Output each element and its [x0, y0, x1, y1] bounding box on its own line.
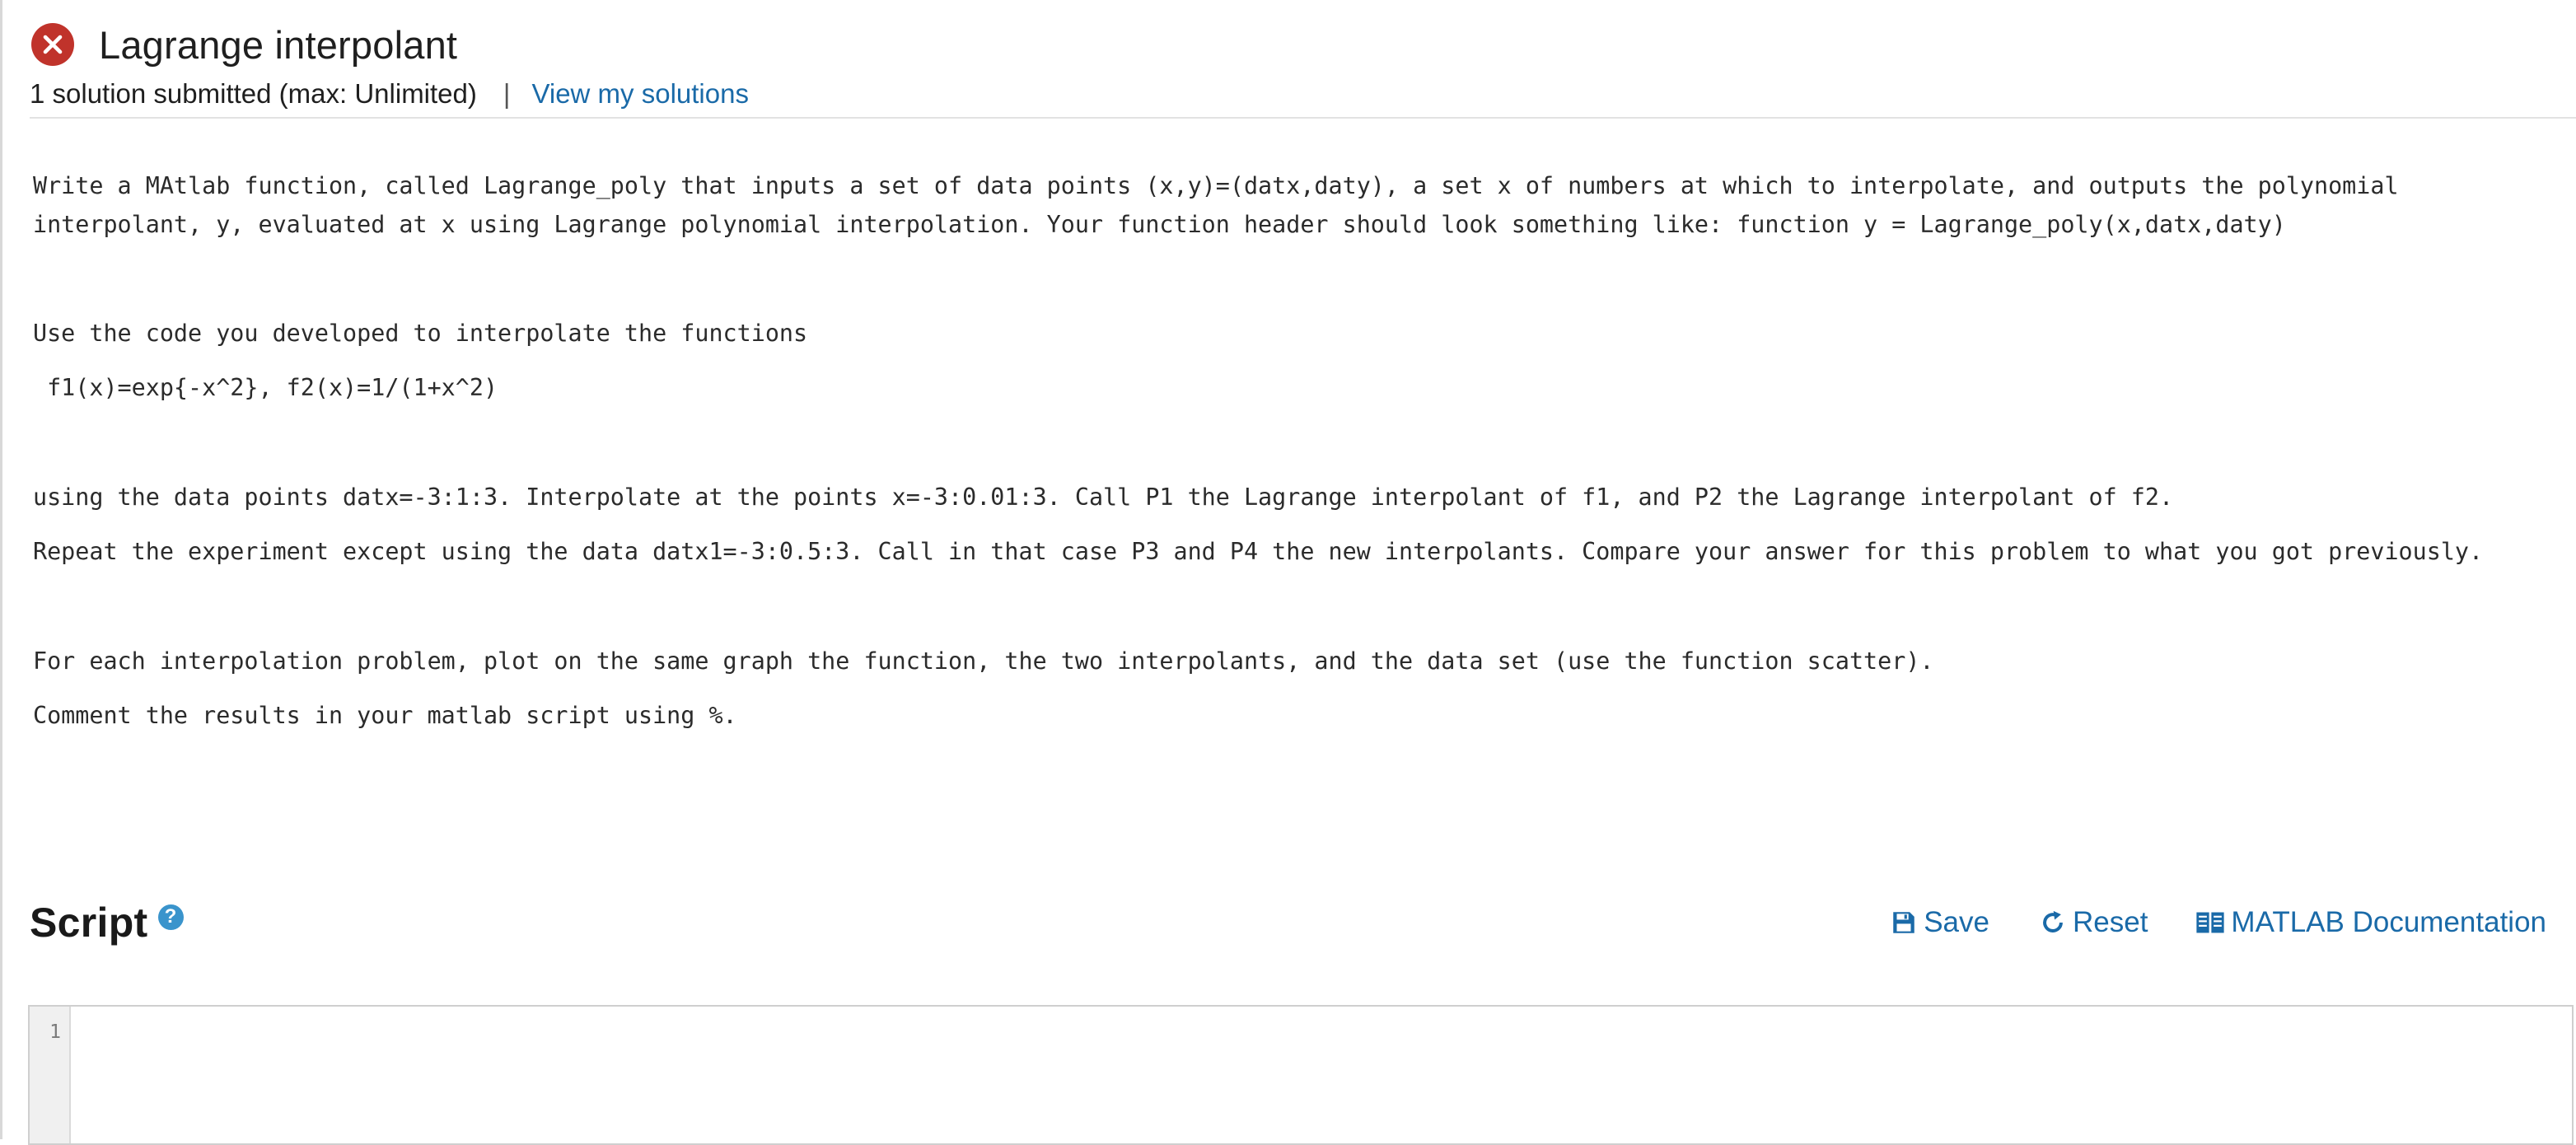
formula-line: f1(x)=exp{-x^2}, f2(x)=1/(1+x^2)	[33, 374, 498, 401]
description-line: interpolant, y, evaluated at x using Lag…	[33, 211, 2286, 238]
question-circle-icon[interactable]: ?	[157, 904, 184, 930]
matlab-documentation-link[interactable]: MATLAB Documentation	[2195, 906, 2546, 939]
reset-label: Reset	[2072, 906, 2148, 938]
description-line: Use the code you developed to interpolat…	[33, 320, 808, 347]
description-line: using the data points datx=-3:1:3. Inter…	[33, 484, 2174, 511]
problem-description: Write a MAtlab function, called Lagrange…	[33, 166, 2554, 735]
submission-info: 1 solution submitted (max: Unlimited) | …	[30, 76, 2575, 112]
description-line: Repeat the experiment except using the d…	[33, 538, 2484, 565]
save-button[interactable]: Save	[1890, 906, 1989, 939]
problem-title: Lagrange interpolant	[99, 22, 458, 67]
error-x-icon	[31, 23, 74, 66]
floppy-disk-icon	[1893, 912, 1914, 933]
documentation-label: MATLAB Documentation	[2231, 906, 2546, 938]
title-row: Lagrange interpolant	[30, 18, 2575, 71]
code-input-area[interactable]	[72, 1007, 2572, 1143]
script-heading: Script	[30, 900, 148, 946]
submission-count: 1 solution submitted (max: Unlimited)	[30, 78, 477, 109]
view-my-solutions-link[interactable]: View my solutions	[531, 78, 749, 110]
description-line: Comment the results in your matlab scrip…	[33, 702, 737, 729]
refresh-icon	[2043, 910, 2063, 932]
description-line: For each interpolation problem, plot on …	[33, 647, 1934, 675]
header-divider	[30, 117, 2576, 119]
description-line: Write a MAtlab function, called Lagrange…	[33, 172, 2399, 199]
line-number: 1	[49, 1021, 61, 1043]
reset-button[interactable]: Reset	[2039, 906, 2148, 939]
line-number-gutter: 1	[30, 1007, 71, 1143]
script-header: Script ? Save Reset MATLAB Documentation	[30, 893, 2546, 952]
save-label: Save	[1924, 906, 1989, 938]
book-icon	[2196, 912, 2225, 933]
script-toolbar: Save Reset MATLAB Documentation	[1890, 906, 2546, 939]
separator: |	[503, 78, 511, 109]
problem-header: Lagrange interpolant 1 solution submitte…	[30, 18, 2575, 112]
script-editor[interactable]: 1	[28, 1005, 2574, 1145]
left-border	[0, 0, 2, 1139]
